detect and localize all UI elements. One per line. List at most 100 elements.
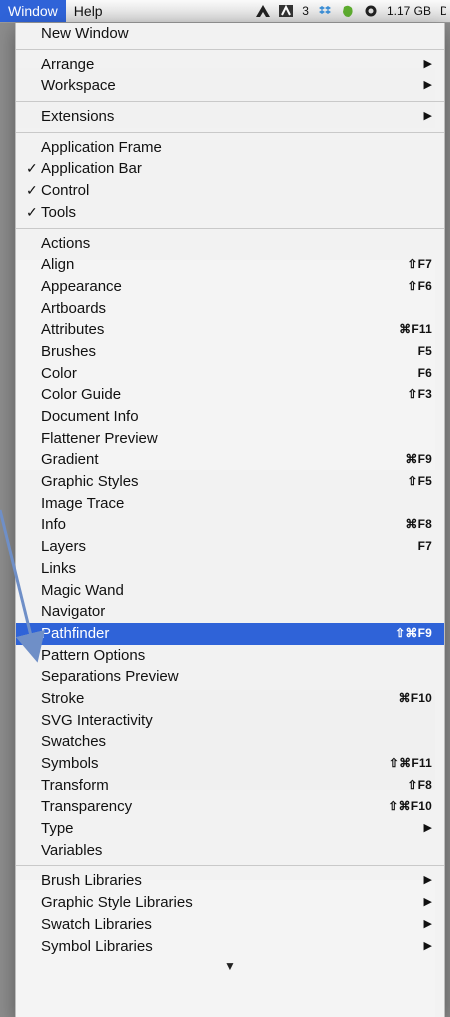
- keyboard-shortcut: ⇧F7: [407, 257, 432, 272]
- evernote-icon[interactable]: [341, 4, 355, 18]
- menu-item-stroke[interactable]: Stroke ⌘F10: [16, 688, 444, 710]
- menu-item-label: Image Trace: [41, 494, 125, 512]
- menu-item-label: Color: [41, 364, 77, 382]
- menu-item-tools[interactable]: ✓ Tools: [16, 202, 444, 224]
- dropbox-icon[interactable]: [318, 4, 332, 18]
- keyboard-shortcut: ⌘F11: [399, 322, 432, 337]
- keyboard-shortcut: F7: [417, 539, 432, 554]
- menu-item-brush-libraries[interactable]: Brush Libraries ▶: [16, 870, 444, 892]
- menu-item-attributes[interactable]: Attributes ⌘F11: [16, 319, 444, 341]
- menu-item-document-info[interactable]: Document Info: [16, 406, 444, 428]
- menu-item-arrange[interactable]: Arrange ▶: [16, 54, 444, 76]
- menu-item-label: Variables: [41, 841, 103, 859]
- menu-item-pathfinder[interactable]: Pathfinder ⇧⌘F9: [16, 622, 444, 645]
- keyboard-shortcut: ⇧F8: [407, 777, 432, 792]
- submenu-arrow-icon: ▶: [423, 110, 432, 123]
- menubar-clipped-item[interactable]: D: [440, 4, 446, 18]
- keyboard-shortcut: ⇧⌘F9: [395, 625, 432, 640]
- menubar-help[interactable]: Help: [66, 0, 111, 22]
- menu-separator: [16, 48, 444, 50]
- menu-item-color[interactable]: Color F6: [16, 363, 444, 385]
- menu-separator: [16, 101, 444, 103]
- menu-item-label: Application Frame: [41, 138, 162, 156]
- menu-item-graphic-styles[interactable]: Graphic Styles ⇧F5: [16, 471, 444, 493]
- menu-item-actions[interactable]: Actions: [16, 233, 444, 255]
- menu-separator: [16, 227, 444, 229]
- submenu-arrow-icon: ▶: [423, 917, 432, 930]
- menu-item-label: Info: [41, 516, 67, 534]
- menu-item-label: Pattern Options: [41, 646, 146, 664]
- menu-item-label: Align: [41, 256, 75, 274]
- menu-item-swatches[interactable]: Swatches: [16, 731, 444, 753]
- menu-item-appearance[interactable]: Appearance ⇧F6: [16, 276, 444, 298]
- menu-item-gradient[interactable]: Gradient ⌘F9: [16, 449, 444, 471]
- scroll-down-arrow[interactable]: ▼: [16, 959, 444, 973]
- menu-item-extensions[interactable]: Extensions ▶: [16, 106, 444, 128]
- submenu-arrow-icon: ▶: [423, 822, 432, 835]
- menu-item-label: Color Guide: [41, 386, 122, 404]
- window-menu: New Window Arrange ▶ Workspace ▶ Extensions ▶ A…: [15, 23, 445, 1017]
- menu-item-links[interactable]: Links: [16, 558, 444, 580]
- menu-item-graphic-style-libraries[interactable]: Graphic Style Libraries ▶: [16, 892, 444, 914]
- menu-item-label: Magic Wand: [41, 581, 124, 599]
- menu-item-swatch-libraries[interactable]: Swatch Libraries ▶: [16, 914, 444, 936]
- menu-item-application-frame[interactable]: Application Frame: [16, 137, 444, 159]
- keyboard-shortcut: ⇧F6: [407, 278, 432, 293]
- adobe-cloud-icon[interactable]: [256, 4, 271, 18]
- menu-item-application-bar[interactable]: ✓ Application Bar: [16, 158, 444, 180]
- menu-item-label: SVG Interactivity: [41, 711, 153, 729]
- menu-item-brushes[interactable]: Brushes F5: [16, 341, 444, 363]
- menu-item-label: Graphic Styles: [41, 473, 139, 491]
- checkmark-icon: ✓: [26, 203, 38, 220]
- submenu-arrow-icon: ▶: [423, 79, 432, 92]
- keyboard-shortcut: F5: [417, 343, 432, 358]
- menu-separator: [16, 865, 444, 867]
- menu-item-type[interactable]: Type ▶: [16, 818, 444, 840]
- menu-item-info[interactable]: Info ⌘F8: [16, 514, 444, 536]
- menu-item-label: Symbols: [41, 755, 99, 772]
- menu-item-image-trace[interactable]: Image Trace: [16, 493, 444, 515]
- menu-item-label: Attributes: [41, 321, 105, 339]
- menu-item-separations-preview[interactable]: Separations Preview: [16, 666, 444, 688]
- menu-item-symbol-libraries[interactable]: Symbol Libraries ▶: [16, 936, 444, 958]
- keyboard-shortcut: ⌘F8: [405, 517, 432, 532]
- menu-item-navigator[interactable]: Navigator: [16, 601, 444, 623]
- checkmark-icon: ✓: [26, 182, 38, 199]
- memory-readout: 1.17 GB: [386, 4, 431, 18]
- menu-item-layers[interactable]: Layers F7: [16, 536, 444, 558]
- menu-item-svg-interactivity[interactable]: SVG Interactivity: [16, 710, 444, 732]
- menu-item-flattener-preview[interactable]: Flattener Preview: [16, 428, 444, 450]
- menu-item-transparency[interactable]: Transparency ⇧⌘F10: [16, 796, 444, 818]
- menu-item-label: Transparency: [41, 798, 133, 816]
- menu-item-workspace[interactable]: Workspace ▶: [16, 75, 444, 97]
- menu-item-label: Transform: [41, 776, 109, 794]
- menubar-window[interactable]: Window: [0, 0, 66, 22]
- menu-item-control[interactable]: ✓ Control: [16, 180, 444, 202]
- menu-item-label: Application Bar: [41, 160, 142, 178]
- menu-item-label: Stroke: [41, 689, 85, 707]
- submenu-arrow-icon: ▶: [423, 874, 432, 887]
- menu-item-label: Swatch Libraries: [41, 915, 152, 933]
- keyboard-shortcut: ⌘F10: [398, 690, 432, 705]
- adobe-count: 3: [302, 4, 309, 18]
- memory-icon[interactable]: [364, 4, 378, 18]
- menu-item-label: Extensions: [41, 108, 115, 126]
- menu-item-align[interactable]: Align ⇧F7: [16, 254, 444, 276]
- menu-item-new-window[interactable]: New Window: [16, 23, 444, 45]
- menu-item-label: Swatches: [41, 733, 107, 751]
- menu-item-magic-wand[interactable]: Magic Wand: [16, 580, 444, 602]
- keyboard-shortcut: ⇧F5: [407, 474, 432, 489]
- menu-item-variables[interactable]: Variables: [16, 840, 444, 862]
- menu-item-symbols[interactable]: Symbols ⇧⌘F11: [16, 753, 444, 775]
- menu-item-label: Control: [41, 182, 90, 200]
- menu-item-transform[interactable]: Transform ⇧F8: [16, 775, 444, 797]
- menu-item-pattern-options[interactable]: Pattern Options: [16, 645, 444, 667]
- menu-item-label: Graphic Style Libraries: [41, 894, 193, 912]
- keyboard-shortcut: F6: [417, 365, 432, 380]
- menu-item-artboards[interactable]: Artboards: [16, 298, 444, 320]
- keyboard-shortcut: ⇧⌘F10: [388, 799, 432, 814]
- adobe-updater-icon[interactable]: [279, 4, 294, 18]
- submenu-arrow-icon: ▶: [423, 939, 432, 952]
- menu-bar: Window Help 3 1.17 GB D: [0, 0, 450, 23]
- menu-item-color-guide[interactable]: Color Guide ⇧F3: [16, 384, 444, 406]
